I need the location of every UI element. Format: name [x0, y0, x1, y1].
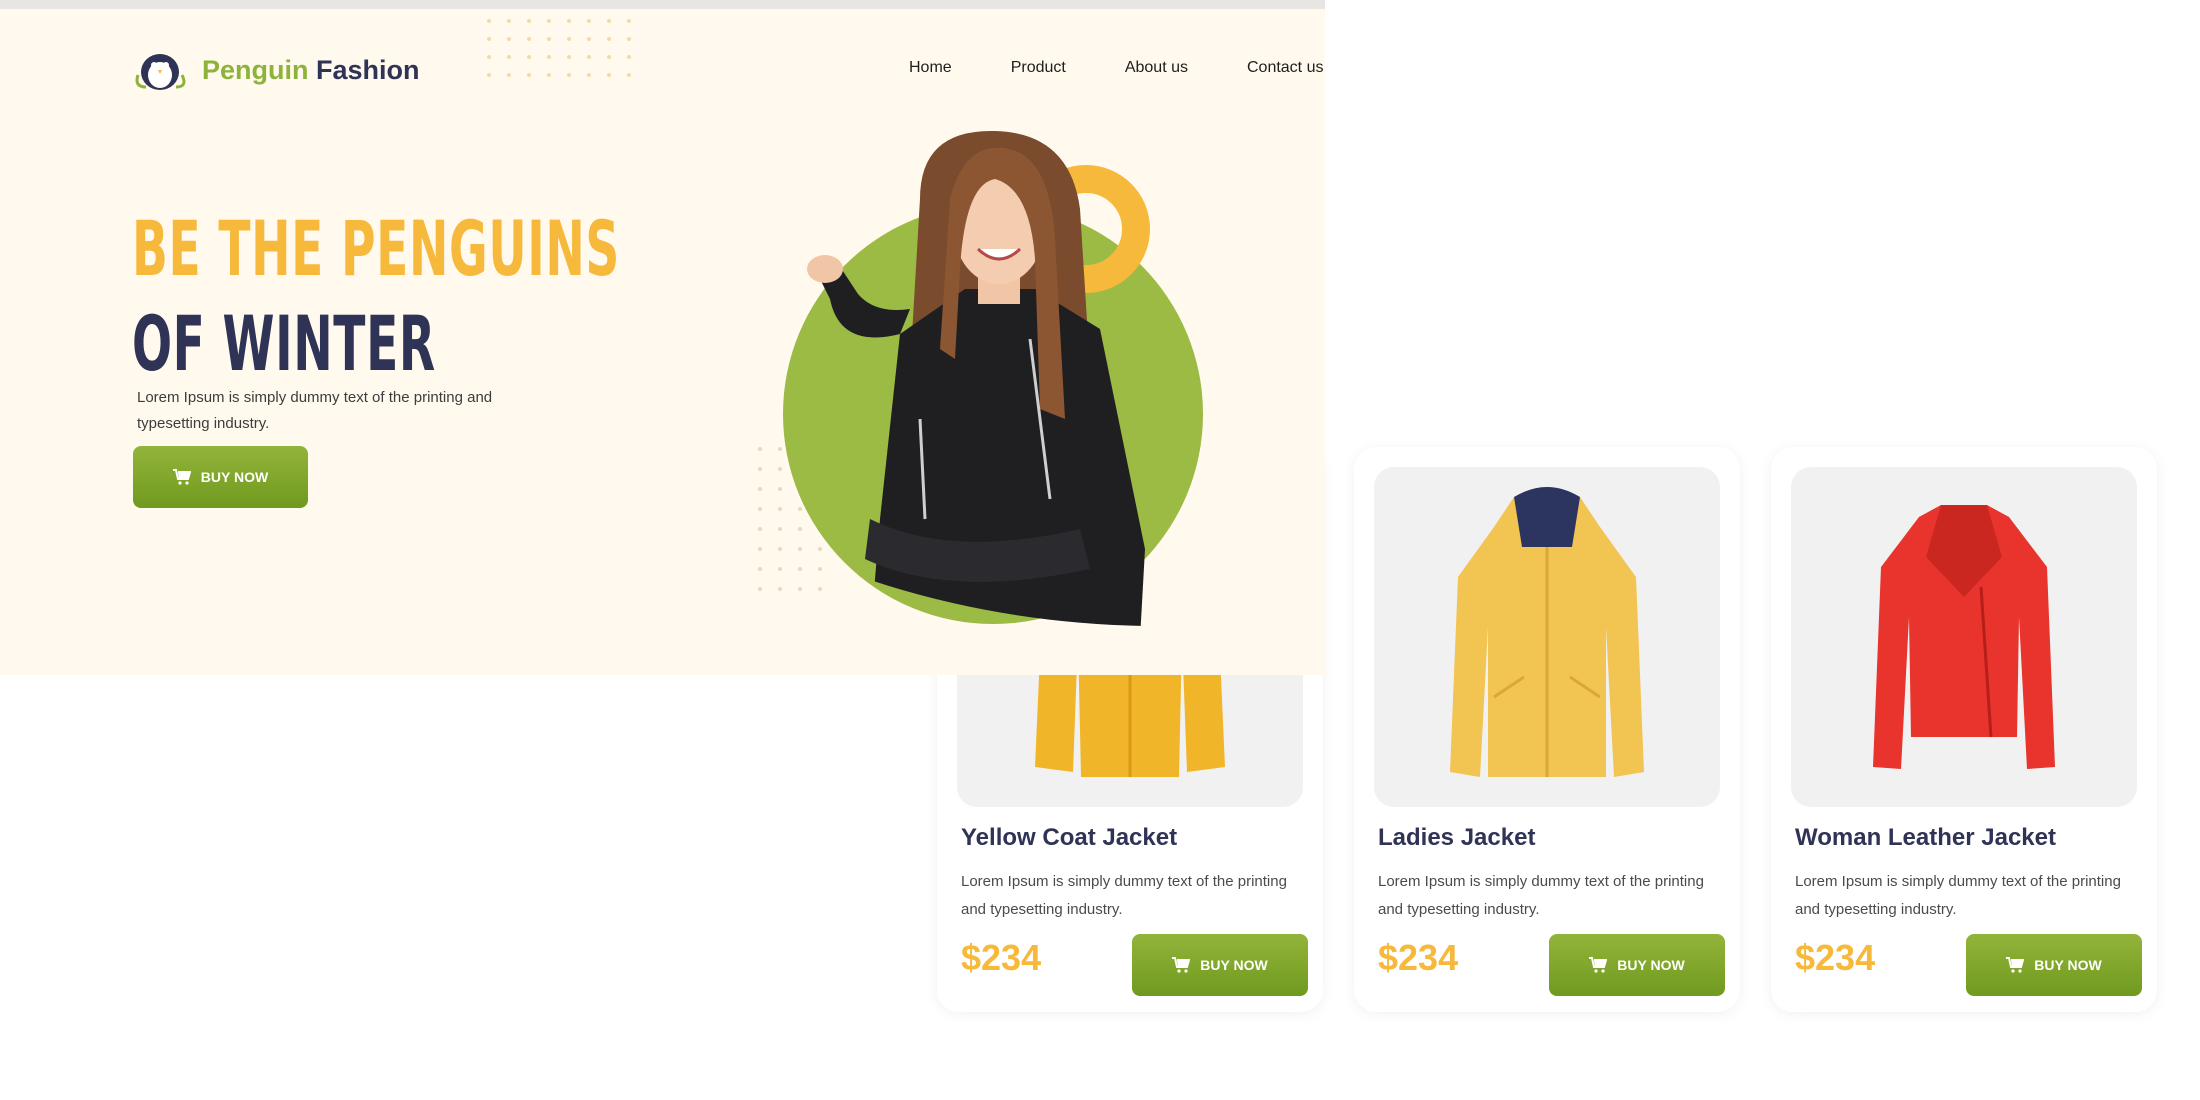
- buy-now-button[interactable]: BUY NOW: [1966, 934, 2142, 996]
- product-image[interactable]: [1374, 467, 1720, 807]
- brand-name: Penguin Fashion: [202, 55, 420, 86]
- cart-icon: [172, 469, 191, 485]
- cart-icon: [1589, 957, 1608, 973]
- product-title[interactable]: Ladies Jacket: [1378, 824, 1535, 852]
- hero-description: Lorem Ipsum is simply dummy text of the …: [137, 389, 493, 432]
- product-title[interactable]: Woman Leather Jacket: [1795, 824, 2056, 852]
- brand-logo[interactable]: Penguin Fashion: [132, 47, 420, 93]
- nav-home[interactable]: Home: [909, 59, 952, 77]
- decorative-dots: [487, 19, 631, 77]
- buy-now-button[interactable]: BUY NOW: [1549, 934, 1725, 996]
- product-card-woman-leather-jacket[interactable]: Woman Leather Jacket Lorem Ipsum is simp…: [1771, 447, 2157, 1012]
- penguin-logo-icon: [135, 54, 186, 90]
- hero-model-visual: [758, 130, 1203, 627]
- hero-buy-now-button[interactable]: BUY NOW: [133, 446, 308, 508]
- nav-about-us[interactable]: About us: [1125, 59, 1188, 77]
- red-leather-jacket-image: [1873, 505, 2055, 769]
- window-top-bar: [0, 0, 1325, 9]
- buy-now-button[interactable]: BUY NOW: [1132, 934, 1308, 996]
- product-description: Lorem Ipsum is simply dummy text of the …: [1795, 873, 2121, 918]
- hero-section: Penguin Fashion Home Product About us Co…: [0, 9, 1325, 675]
- brand-name-part1: Penguin: [202, 54, 309, 85]
- product-description: Lorem Ipsum is simply dummy text of the …: [961, 873, 1287, 918]
- nav-contact-us[interactable]: Contact us: [1247, 59, 1323, 77]
- product-image[interactable]: [1791, 467, 2137, 807]
- product-card-ladies-jacket[interactable]: Ladies Jacket Lorem Ipsum is simply dumm…: [1354, 447, 1740, 1012]
- buy-now-label: BUY NOW: [1200, 957, 1268, 973]
- hero-buy-now-label: BUY NOW: [200, 469, 269, 485]
- product-description: Lorem Ipsum is simply dummy text of the …: [1378, 873, 1704, 918]
- buy-now-label: BUY NOW: [2034, 957, 2102, 973]
- product-price: $234: [1795, 937, 1876, 978]
- cart-icon: [1172, 957, 1191, 973]
- main-nav: Home Product About us Contact us: [909, 59, 1323, 77]
- product-price: $234: [961, 937, 1042, 978]
- cart-icon: [2006, 957, 2025, 973]
- product-price: $234: [1378, 937, 1459, 978]
- nav-product[interactable]: Product: [1011, 59, 1066, 77]
- hero-headline-line1: BE THE PENGUINS: [132, 204, 620, 293]
- product-title[interactable]: Yellow Coat Jacket: [961, 824, 1177, 852]
- buy-now-label: BUY NOW: [1617, 957, 1685, 973]
- brand-name-part2: Fashion: [316, 54, 420, 85]
- ladies-jacket-image: [1450, 487, 1644, 777]
- hero-headline-line2: OF WINTER: [132, 299, 436, 388]
